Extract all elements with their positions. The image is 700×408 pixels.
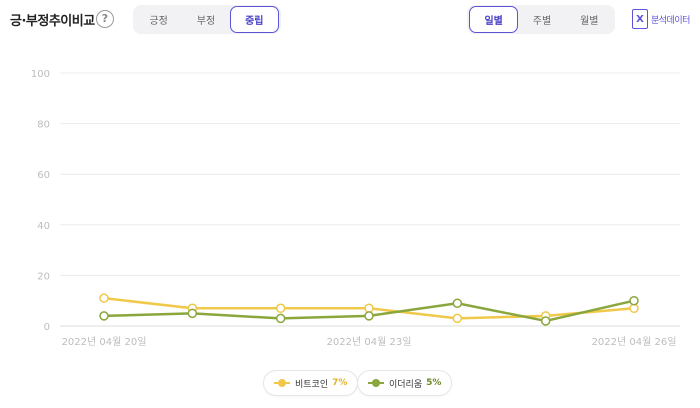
legend-item-ethereum[interactable]: 이더리움 5% — [357, 370, 453, 396]
data-point — [275, 313, 286, 324]
x-tick-label: 2022년 04월 26일 — [592, 336, 677, 348]
y-tick-label: 80 — [37, 120, 50, 131]
data-point — [99, 311, 109, 321]
data-point — [629, 303, 639, 314]
legend-percent: 7% — [332, 378, 348, 388]
legend-label: 이더리움 — [389, 379, 423, 390]
data-point — [99, 293, 109, 303]
y-tick-label: 60 — [37, 170, 50, 181]
data-point — [540, 316, 551, 326]
data-point — [275, 303, 286, 314]
data-point — [452, 298, 463, 308]
legend-marker-bitcoin — [274, 379, 290, 387]
trend-chart: 0 20 40 60 80 100 2022년 04월 20일 2022년 04월 23일 20… — [31, 69, 680, 348]
data-point — [364, 311, 374, 321]
y-tick-label: 0 — [44, 322, 50, 333]
data-point — [187, 308, 198, 319]
data-point — [364, 303, 374, 314]
data-point — [452, 313, 463, 324]
x-tick-label: 2022년 04월 20일 — [62, 336, 147, 348]
legend-item-bitcoin[interactable]: 비트코인 7% — [263, 370, 359, 396]
y-tick-label: 20 — [37, 271, 50, 282]
legend-label: 비트코인 — [295, 379, 329, 390]
legend-marker-ethereum — [368, 379, 384, 387]
data-point — [629, 295, 639, 306]
x-tick-label: 2022년 04월 23일 — [327, 336, 412, 348]
legend-percent: 5% — [426, 378, 442, 388]
y-tick-label: 40 — [37, 221, 50, 232]
y-tick-label: 100 — [31, 69, 50, 80]
